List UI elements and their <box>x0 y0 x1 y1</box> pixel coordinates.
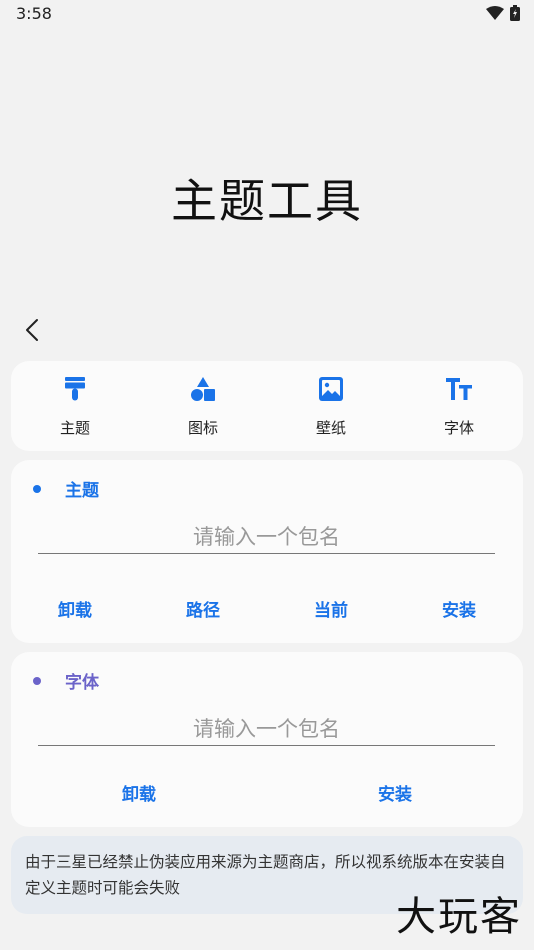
tab-wallpaper[interactable]: 壁纸 <box>267 361 395 451</box>
category-tabs: 主题 图标 壁纸 字体 <box>11 361 523 451</box>
tab-label: 壁纸 <box>315 419 346 437</box>
battery-icon <box>510 5 520 21</box>
theme-package-field <box>38 520 495 554</box>
font-actions: 卸载 安装 <box>11 780 523 805</box>
font-section-header: 字体 <box>33 668 99 693</box>
chevron-left-icon <box>26 319 38 341</box>
font-section-title: 字体 <box>65 673 99 693</box>
back-button[interactable] <box>18 314 46 346</box>
theme-uninstall-button[interactable]: 卸载 <box>11 596 139 621</box>
shapes-icon <box>189 375 217 403</box>
status-bar: 3:58 <box>0 0 534 28</box>
tab-label: 主题 <box>59 419 90 437</box>
tab-font[interactable]: 字体 <box>395 361 523 451</box>
theme-install-button[interactable]: 安装 <box>395 596 523 621</box>
theme-section: 主题 卸载 路径 当前 安装 <box>11 460 523 643</box>
tab-label: 字体 <box>443 419 474 437</box>
image-icon <box>317 375 345 403</box>
wifi-icon <box>486 6 504 20</box>
theme-dot <box>33 484 41 493</box>
font-uninstall-button[interactable]: 卸载 <box>11 780 267 805</box>
font-dot <box>33 676 41 685</box>
tab-label: 图标 <box>187 419 218 437</box>
font-package-field <box>38 712 495 746</box>
paint-brush-icon <box>61 375 89 403</box>
theme-actions: 卸载 路径 当前 安装 <box>11 596 523 621</box>
theme-section-title: 主题 <box>65 481 99 501</box>
tab-icons[interactable]: 图标 <box>139 361 267 451</box>
status-time: 3:58 <box>16 4 52 23</box>
font-package-input[interactable] <box>38 712 495 745</box>
font-size-icon <box>445 375 473 403</box>
watermark: 大玩客 <box>396 894 522 940</box>
tab-theme[interactable]: 主题 <box>11 361 139 451</box>
status-icons <box>486 5 520 21</box>
theme-section-header: 主题 <box>33 476 99 501</box>
theme-current-button[interactable]: 当前 <box>267 596 395 621</box>
theme-package-input[interactable] <box>38 520 495 553</box>
theme-path-button[interactable]: 路径 <box>139 596 267 621</box>
font-section: 字体 卸载 安装 <box>11 652 523 827</box>
font-install-button[interactable]: 安装 <box>267 780 523 805</box>
app-title: 主题工具 <box>171 174 363 228</box>
